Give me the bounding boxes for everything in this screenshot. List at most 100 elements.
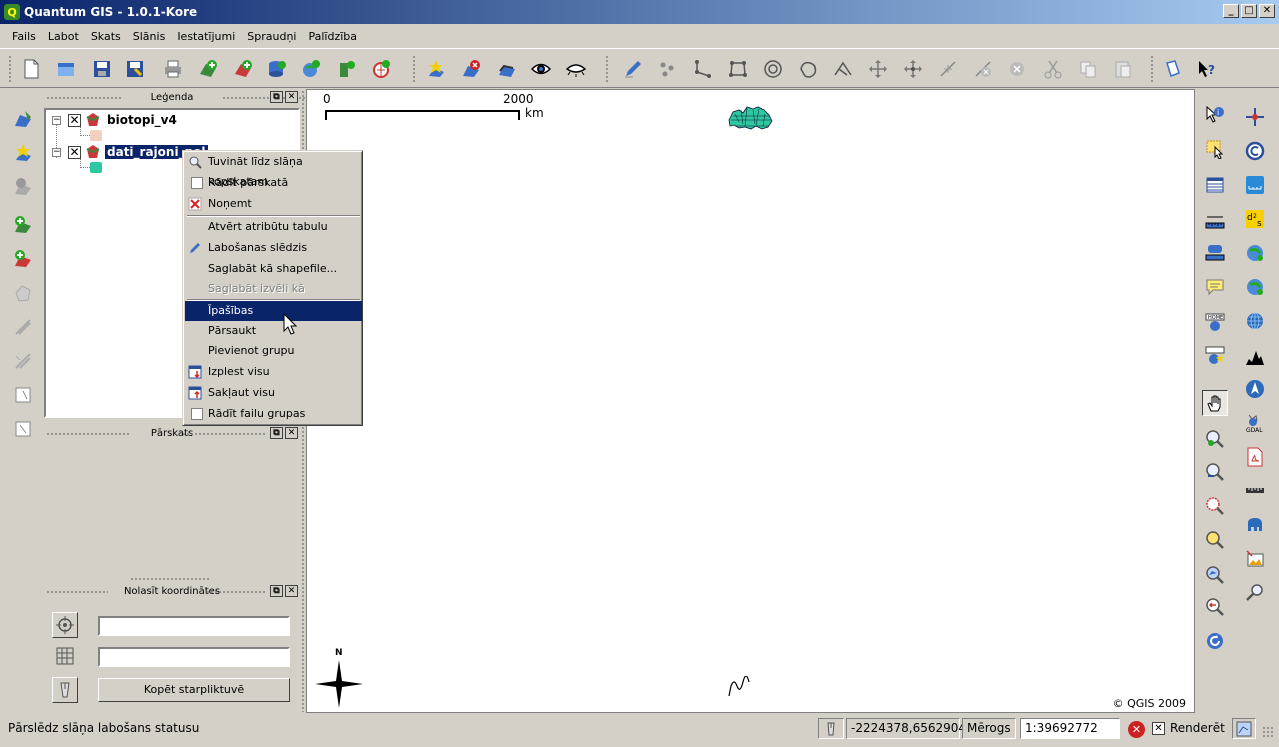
plugin-d2s-button[interactable]: d2s — [1242, 206, 1268, 232]
plugin-image-button[interactable] — [1242, 546, 1268, 572]
measure-line-button[interactable] — [1202, 208, 1228, 234]
add-layer-star-button[interactable] — [423, 56, 449, 82]
add-postgis-layer-button[interactable] — [264, 56, 290, 82]
save-as-project-button[interactable] — [122, 56, 148, 82]
map-tips-button[interactable] — [1202, 274, 1228, 300]
menu-save-as-shapefile[interactable]: Saglabāt kā shapefile... — [185, 259, 362, 279]
capture-point-button[interactable] — [654, 56, 680, 82]
show-file-groups-checkbox[interactable] — [191, 408, 203, 420]
layer-expander[interactable]: − — [52, 115, 61, 125]
add-vertex-button[interactable] — [935, 56, 961, 82]
toolbar-grip-4[interactable] — [1150, 55, 1154, 83]
menu-collapse-all[interactable]: Sakļaut visu — [185, 383, 362, 403]
menu-remove-layer[interactable]: Noņemt — [185, 194, 362, 214]
zoom-in-button[interactable] — [1202, 426, 1228, 452]
pan-button[interactable] — [1202, 390, 1228, 416]
add-wms-layer-button[interactable] — [298, 56, 324, 82]
menu-zoom-to-layer[interactable]: Tuvināt līdz slāņa kopskatam — [185, 152, 362, 188]
left-tool-5[interactable] — [10, 246, 36, 272]
left-tool-9[interactable] — [10, 382, 36, 408]
menu-rename[interactable]: Pārsaukt — [185, 321, 362, 341]
show-all-layers-button[interactable] — [528, 56, 554, 82]
left-tool-4[interactable] — [10, 212, 36, 238]
delete-vertex-button[interactable] — [970, 56, 996, 82]
left-tool-6[interactable] — [10, 280, 36, 306]
maximize-button[interactable]: □ — [1241, 4, 1257, 18]
left-tool-10[interactable] — [10, 416, 36, 442]
plugin-profile-button[interactable] — [1242, 344, 1268, 370]
minimize-button[interactable]: _ — [1223, 4, 1239, 18]
layer-visibility-checkbox[interactable]: ✕ — [68, 145, 81, 159]
show-bookmarks-button[interactable] — [1202, 343, 1228, 369]
add-wfs-layer-button[interactable] — [368, 56, 394, 82]
menu-open-attribute-table[interactable]: Atvērt atribūtu tabulu — [185, 217, 362, 237]
coords-float-button[interactable]: ⧉ — [270, 585, 283, 597]
coord-field-2[interactable] — [98, 647, 290, 667]
map-canvas[interactable]: 0 2000 km N © QGIS 2009 — [306, 89, 1195, 713]
delete-selected-button[interactable] — [1004, 56, 1030, 82]
paste-features-button[interactable] — [1110, 56, 1136, 82]
projection-button[interactable] — [1232, 718, 1256, 739]
menu-fails[interactable]: Fails — [6, 30, 42, 43]
menu-spraudni[interactable]: Spraudņi — [241, 30, 302, 43]
toolbar-grip[interactable] — [8, 55, 12, 83]
toolbar-grip-2[interactable] — [412, 55, 416, 83]
zoom-to-layer-button[interactable] — [1202, 562, 1228, 588]
menu-add-group[interactable]: Pievienot grupu — [185, 341, 362, 361]
add-all-to-overview-button[interactable] — [494, 56, 520, 82]
menu-toggle-editing[interactable]: Labošanas slēdzis — [185, 238, 362, 258]
layer-visibility-checkbox[interactable]: ✕ — [68, 113, 81, 127]
save-project-button[interactable] — [89, 56, 115, 82]
open-table-button[interactable] — [1202, 172, 1228, 198]
crosshair-button[interactable] — [52, 612, 78, 638]
refresh-button[interactable] — [1202, 628, 1228, 654]
menu-show-in-overview[interactable]: Rādīt pārskatā — [185, 173, 362, 193]
new-bookmark-button[interactable]: HOME — [1202, 310, 1228, 336]
overview-close-button[interactable]: ✕ — [285, 427, 298, 439]
overview-float-button[interactable]: ⧉ — [270, 427, 283, 439]
select-features-button[interactable] — [1202, 136, 1228, 162]
plugin-globe-1-button[interactable] — [1242, 240, 1268, 266]
left-tool-8[interactable] — [10, 348, 36, 374]
plugin-georeferencer-button[interactable] — [1242, 104, 1268, 130]
copy-to-clipboard-button[interactable]: Kopēt starpliktuvē — [98, 678, 290, 702]
show-in-overview-checkbox[interactable] — [191, 177, 203, 189]
move-vertex-button[interactable] — [900, 56, 926, 82]
plugin-postgis-button[interactable] — [1242, 512, 1268, 538]
toggle-editing-button[interactable] — [620, 56, 646, 82]
plugin-scalebar-button[interactable] — [1242, 172, 1268, 198]
render-checkbox[interactable]: ✕ — [1152, 722, 1165, 735]
hide-all-layers-button[interactable] — [563, 56, 589, 82]
left-tool-3[interactable] — [10, 174, 36, 200]
measure-area-button[interactable] — [1202, 240, 1228, 266]
new-project-button[interactable] — [18, 56, 44, 82]
capture-line-button[interactable] — [690, 56, 716, 82]
resize-grip[interactable] — [1262, 726, 1274, 738]
remove-layer-button[interactable] — [458, 56, 484, 82]
menu-show-file-groups[interactable]: Rādīt failu grupas — [185, 404, 362, 424]
menu-skats[interactable]: Skats — [85, 30, 127, 43]
plugin-search-button[interactable] — [1242, 580, 1268, 606]
print-button[interactable] — [160, 56, 186, 82]
zoom-last-button[interactable] — [1202, 594, 1228, 620]
coords-close-button[interactable]: ✕ — [285, 585, 298, 597]
zoom-to-selection-button[interactable] — [1202, 493, 1228, 519]
menu-labot[interactable]: Labot — [42, 30, 85, 43]
left-tool-7[interactable] — [10, 314, 36, 340]
legend-float-button[interactable]: ⧉ — [270, 91, 283, 103]
identify-button[interactable]: i — [1202, 102, 1228, 128]
coord-field-1[interactable] — [98, 616, 290, 636]
copy-features-button[interactable] — [1075, 56, 1101, 82]
capture-mouse-button[interactable] — [52, 677, 78, 703]
split-features-button[interactable] — [830, 56, 856, 82]
new-vector-layer-button[interactable] — [334, 56, 360, 82]
plugin-ruler-button[interactable] — [1242, 478, 1268, 504]
menu-expand-all[interactable]: Izplest visu — [185, 362, 362, 382]
scale-input[interactable]: 1:39692772 — [1020, 718, 1120, 739]
menu-palidziba[interactable]: Palīdzība — [303, 30, 364, 43]
plugin-pdf-button[interactable] — [1242, 444, 1268, 470]
menu-properties[interactable]: Īpašības — [185, 301, 362, 321]
cut-features-button[interactable] — [1040, 56, 1066, 82]
layer-row-biotopi[interactable]: − ✕ biotopi_v4 — [52, 112, 179, 128]
move-feature-button[interactable] — [865, 56, 891, 82]
